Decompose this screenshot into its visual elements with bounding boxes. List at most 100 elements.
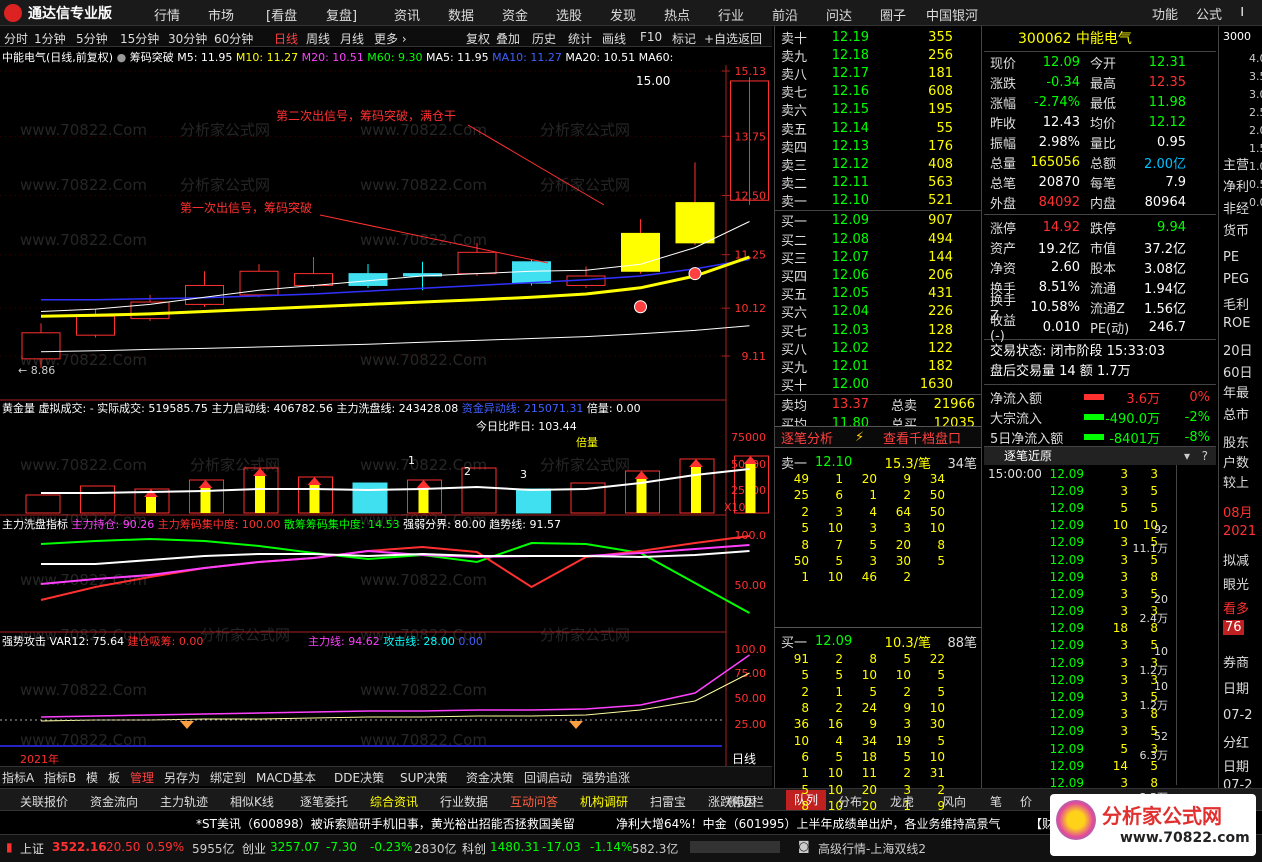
menu-item-5[interactable]: 数据 <box>448 5 474 24</box>
indicator-name[interactable]: 筹码突破 <box>130 51 174 64</box>
period-2[interactable]: 5分钟 <box>76 30 108 47</box>
menu-item-11[interactable]: 前沿 <box>772 5 798 24</box>
buy-level-8[interactable]: 买九 12.01 182 <box>775 357 981 376</box>
indicator-tab-5[interactable]: 另存为 <box>164 769 200 786</box>
tool-8[interactable]: 返回 <box>738 30 762 47</box>
period-7[interactable]: 周线 <box>306 30 330 47</box>
help-icon[interactable]: ? <box>1202 447 1208 465</box>
menu-item-10[interactable]: 行业 <box>718 5 744 24</box>
period-4[interactable]: 30分钟 <box>168 30 207 47</box>
bottom-tab-3[interactable]: 相似K线 <box>230 793 274 810</box>
tick-price: 12.09 <box>1049 604 1084 619</box>
buy-level-2[interactable]: 买三 12.07 144 <box>775 248 981 267</box>
sell-level-2[interactable]: 卖八 12.17 181 <box>775 64 981 83</box>
indicator-tab-3[interactable]: 板 <box>108 769 120 786</box>
period-label[interactable]: 日线 <box>732 752 756 766</box>
bottom-tab-1[interactable]: 资金流向 <box>90 793 138 810</box>
dropdown-icon[interactable]: ▾ <box>1184 447 1190 465</box>
indicator-tab-9[interactable]: SUP决策 <box>400 769 448 786</box>
view-depth-link[interactable]: 查看千档盘口 <box>883 428 961 447</box>
period-6[interactable]: 日线 <box>274 30 298 47</box>
cy-name[interactable]: 创业 <box>242 840 266 857</box>
buy-level-1[interactable]: 买二 12.08 494 <box>775 230 981 249</box>
tool-0[interactable]: 复权 <box>466 30 490 47</box>
indicator-tab-12[interactable]: 强势追涨 <box>582 769 630 786</box>
sell-level-8[interactable]: 卖二 12.11 563 <box>775 174 981 192</box>
bottom-tab-0[interactable]: 关联报价 <box>20 793 68 810</box>
menu-item-14[interactable]: 中国银河 <box>926 5 978 24</box>
period-3[interactable]: 15分钟 <box>120 30 159 47</box>
tool-1[interactable]: 叠加 <box>496 30 520 47</box>
sell-level-5[interactable]: 卖五 12.14 55 <box>775 119 981 138</box>
buy-level-5[interactable]: 买六 12.04 226 <box>775 303 981 321</box>
sidebar-button[interactable]: 侧边栏 <box>728 793 764 810</box>
sell-level-1[interactable]: 卖九 12.18 256 <box>775 46 981 65</box>
indicator-tab-8[interactable]: DDE决策 <box>334 769 384 786</box>
indicator-tab-6[interactable]: 绑定到 <box>210 769 246 786</box>
tool-2[interactable]: 历史 <box>532 30 556 47</box>
kc-name[interactable]: 科创 <box>462 840 486 857</box>
dropdown-icon[interactable]: ● <box>117 51 127 64</box>
news-item-1[interactable]: *ST美讯（600898）被诉索赔研手机旧事，黄光裕出招能否拯救国美留 <box>196 815 575 832</box>
lightning-icon[interactable]: ⚡ <box>855 430 883 445</box>
menu-item-6[interactable]: 资金 <box>502 5 528 24</box>
sh-name[interactable]: 上证 <box>20 840 44 857</box>
menu-item-0[interactable]: 行情 <box>154 5 180 24</box>
trade-detail-title[interactable]: 逐笔分析 <box>775 428 855 447</box>
period-5[interactable]: 60分钟 <box>214 30 253 47</box>
menu-item-8[interactable]: 发现 <box>610 5 636 24</box>
sell-level-0[interactable]: 卖十 12.19 355 <box>775 28 981 47</box>
period-1[interactable]: 1分钟 <box>34 30 66 47</box>
buy-level-4[interactable]: 买五 12.05 431 <box>775 285 981 303</box>
tool-7[interactable]: +自选 <box>704 30 738 47</box>
bottom-tab-7[interactable]: 互动问答 <box>510 793 558 810</box>
period-0[interactable]: 分时 <box>4 30 28 47</box>
period-9[interactable]: 更多 › <box>374 30 407 47</box>
bottom-tab-6[interactable]: 行业数据 <box>440 793 488 810</box>
menu-item-12[interactable]: 问达 <box>826 5 852 24</box>
bottom-tab-2[interactable]: 主力轨迹 <box>160 793 208 810</box>
sell-level-3[interactable]: 卖七 12.16 608 <box>775 83 981 101</box>
camera-icon[interactable]: ◙ <box>798 839 810 853</box>
indicator-tab-10[interactable]: 资金决策 <box>466 769 514 786</box>
buy-level-6[interactable]: 买七 12.03 128 <box>775 321 981 340</box>
minimize-icon[interactable]: ı <box>1240 1 1244 20</box>
bottom-tab-4[interactable]: 逐笔委托 <box>300 793 348 810</box>
menu-item-1[interactable]: 市场 <box>208 5 234 24</box>
news-item-2[interactable]: 净利大增64%！中金（601995）上半年成绩单出炉，各业务维持高景气 <box>616 815 1000 832</box>
menu-item-9[interactable]: 热点 <box>664 5 690 24</box>
indicator-tab-4[interactable]: 管理 <box>130 769 154 786</box>
indicator-tab-2[interactable]: 模 <box>86 769 98 786</box>
indicator-tab-7[interactable]: MACD基本 <box>256 769 316 786</box>
tool-4[interactable]: 画线 <box>602 30 626 47</box>
sell-level-9[interactable]: 卖一 12.10 521 <box>775 192 981 210</box>
tool-3[interactable]: 统计 <box>568 30 592 47</box>
menu-function[interactable]: 功能 <box>1152 4 1178 23</box>
kline-chart[interactable]: www.70822.Com 分析家公式网 www.70822.Com 分析家公式网 ww… <box>0 65 772 770</box>
stock-code-name[interactable]: 300062 中能电气 <box>984 26 1216 52</box>
buy-level-7[interactable]: 买八 12.02 122 <box>775 339 981 358</box>
menu-item-7[interactable]: 选股 <box>556 5 582 24</box>
sell-level-4[interactable]: 卖六 12.15 195 <box>775 101 981 119</box>
app-logo[interactable]: 通达信专业版 <box>4 3 112 23</box>
buy-level-9[interactable]: 买十 12.00 1630 <box>775 376 981 394</box>
menu-item-2[interactable]: [看盘 <box>266 5 297 24</box>
sell-level-6[interactable]: 卖四 12.13 176 <box>775 137 981 156</box>
sell-level-7[interactable]: 卖三 12.12 408 <box>775 155 981 174</box>
bottom-tab-9[interactable]: 扫雷宝 <box>650 793 686 810</box>
bottom-tab-8[interactable]: 机构调研 <box>580 793 628 810</box>
bottom-tab-5[interactable]: 综合资讯 <box>370 793 418 810</box>
tool-5[interactable]: F10 <box>640 30 662 44</box>
buy-level-3[interactable]: 买四 12.06 206 <box>775 266 981 285</box>
menu-formula[interactable]: 公式 <box>1196 4 1222 23</box>
menu-item-3[interactable]: 复盘] <box>326 5 357 24</box>
tool-6[interactable]: 标记 <box>672 30 696 47</box>
buy-level-0[interactable]: 买一 12.09 907 <box>775 212 981 230</box>
menu-item-13[interactable]: 圈子 <box>880 5 906 24</box>
menu-item-4[interactable]: 资讯 <box>394 5 420 24</box>
indicator-tab-0[interactable]: 指标A <box>2 769 34 786</box>
indicator-tab-1[interactable]: 指标B <box>44 769 76 786</box>
indicator-tab-11[interactable]: 回调启动 <box>524 769 572 786</box>
feed-label[interactable]: 高级行情-上海双线2 <box>818 840 926 857</box>
period-8[interactable]: 月线 <box>340 30 364 47</box>
